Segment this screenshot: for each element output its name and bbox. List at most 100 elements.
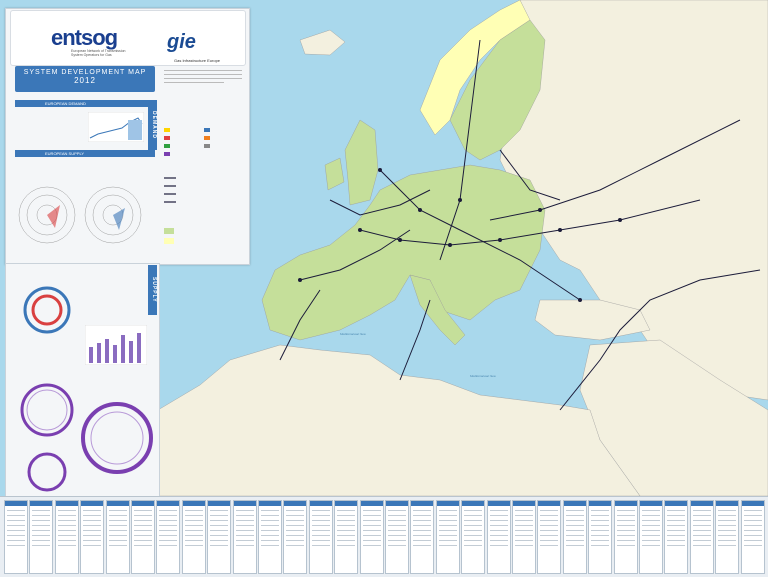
country-card-line <box>616 520 635 521</box>
country-card-line <box>337 535 356 536</box>
country-card-line <box>616 530 635 531</box>
country-card-line <box>311 515 330 516</box>
country-card[interactable] <box>4 500 28 574</box>
country-card-line <box>388 530 406 531</box>
country-card-line <box>7 535 25 536</box>
country-card-line <box>718 520 737 521</box>
country-card[interactable] <box>512 500 536 574</box>
country-card-line <box>718 535 737 536</box>
country-card-line <box>134 535 152 536</box>
country-card[interactable] <box>588 500 613 574</box>
map-legend <box>162 68 244 258</box>
country-card-line <box>616 515 635 516</box>
country-card-line <box>692 545 711 546</box>
country-card-header <box>665 501 688 506</box>
country-card-header <box>81 501 104 506</box>
country-card-line <box>83 520 102 521</box>
country-card-line <box>235 515 254 516</box>
country-card-line <box>591 540 610 541</box>
country-card-line <box>438 540 457 541</box>
country-card-line <box>565 525 584 526</box>
country-card-header <box>487 501 510 506</box>
country-card[interactable] <box>105 500 130 574</box>
country-card[interactable] <box>537 500 562 574</box>
country-card-line <box>32 520 51 521</box>
country-card-header <box>182 501 205 506</box>
country-card[interactable] <box>715 500 740 574</box>
country-card-line <box>108 540 127 541</box>
country-card-header <box>513 501 535 506</box>
supply-tab[interactable]: SUPPLY <box>148 265 157 315</box>
country-card-line <box>134 525 152 526</box>
country-card-line <box>159 525 178 526</box>
country-card[interactable] <box>207 500 232 574</box>
country-card[interactable] <box>29 500 54 574</box>
country-card-line <box>565 545 584 546</box>
country-card-line <box>540 540 559 541</box>
gie-logo-sub: Gas Infrastructure Europe <box>174 58 221 63</box>
country-card-line <box>286 530 305 531</box>
country-card-line <box>489 540 508 541</box>
country-card-line <box>184 545 203 546</box>
country-card-line <box>591 520 610 521</box>
country-card[interactable] <box>232 500 257 574</box>
entsog-logo-text: entsog <box>51 25 118 50</box>
country-card-line <box>32 530 51 531</box>
country-card[interactable] <box>461 500 486 574</box>
logo-box: entsog European Network of Transmission … <box>10 10 246 66</box>
country-card[interactable] <box>385 500 409 574</box>
country-card-line <box>337 540 356 541</box>
country-card-line <box>591 525 610 526</box>
storage-bar-chart <box>85 325 147 365</box>
country-card[interactable] <box>613 500 638 574</box>
country-card-line <box>743 515 762 516</box>
country-card[interactable] <box>664 500 689 574</box>
country-card[interactable] <box>54 500 79 574</box>
country-card-line <box>261 545 279 546</box>
country-card-line <box>464 545 483 546</box>
country-card-line <box>464 535 483 536</box>
country-card[interactable] <box>740 500 765 574</box>
country-card-line <box>286 520 305 521</box>
country-card-line <box>388 535 406 536</box>
country-card-line <box>464 515 483 516</box>
country-card[interactable] <box>156 500 181 574</box>
country-card-line <box>667 520 686 521</box>
country-card-line <box>489 545 508 546</box>
country-card-line <box>57 520 76 521</box>
country-card-line <box>235 540 254 541</box>
country-card[interactable] <box>359 500 384 574</box>
country-card-line <box>591 515 610 516</box>
country-card[interactable] <box>410 500 435 574</box>
country-card[interactable] <box>486 500 511 574</box>
country-card[interactable] <box>334 500 359 574</box>
country-card-line <box>286 525 305 526</box>
country-card[interactable] <box>283 500 308 574</box>
country-card-line <box>667 540 686 541</box>
country-card[interactable] <box>181 500 206 574</box>
country-card-line <box>362 525 381 526</box>
country-card[interactable] <box>435 500 460 574</box>
country-card-line <box>362 510 381 511</box>
country-card-line <box>286 540 305 541</box>
demand-tab[interactable]: DEMAND <box>148 100 157 150</box>
country-card-line <box>642 530 660 531</box>
country-card[interactable] <box>131 500 155 574</box>
country-card-line <box>540 515 559 516</box>
country-card[interactable] <box>258 500 282 574</box>
country-card-header <box>30 501 53 506</box>
gie-logo: gie <box>167 31 196 53</box>
country-card-line <box>692 525 711 526</box>
country-card-line <box>286 515 305 516</box>
country-card[interactable] <box>639 500 663 574</box>
country-card[interactable] <box>562 500 587 574</box>
country-card-line <box>235 530 254 531</box>
country-card-header <box>132 501 154 506</box>
country-card-header <box>741 501 764 506</box>
entsog-logo: entsog <box>51 25 118 51</box>
country-card-line <box>489 520 508 521</box>
country-card-line <box>261 510 279 511</box>
country-card[interactable] <box>689 500 714 574</box>
country-card[interactable] <box>80 500 105 574</box>
country-card[interactable] <box>308 500 333 574</box>
